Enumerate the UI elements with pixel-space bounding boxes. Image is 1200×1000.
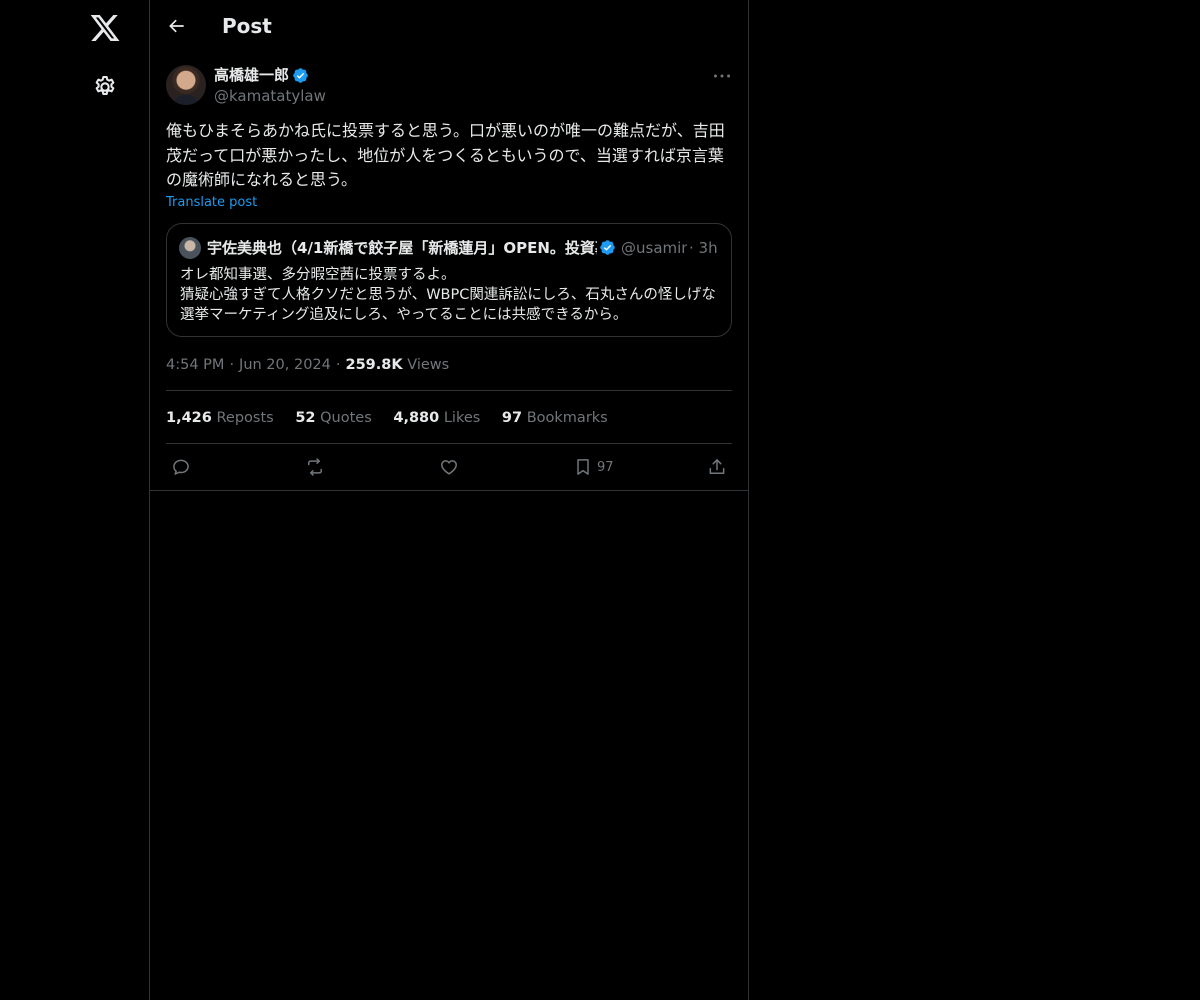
bookmark-count: 97 <box>597 459 614 475</box>
more-options-button[interactable] <box>711 67 733 85</box>
action-bar: 97 <box>166 455 732 479</box>
quotes-label: Quotes <box>320 410 372 426</box>
verified-badge-icon <box>293 68 308 83</box>
arrow-left-icon <box>169 19 184 33</box>
quote-timestamp: · 3h <box>689 239 718 257</box>
share-icon <box>709 459 725 474</box>
avatar[interactable] <box>166 65 206 105</box>
main-column: Post 高橋雄一郎 @kamatatylaw 俺もひまそらあかね氏に投票すると… <box>149 0 749 1000</box>
views-count: 259.8K <box>345 357 403 373</box>
page-title: Post <box>222 14 272 38</box>
repost-icon <box>308 458 322 476</box>
quotes-count: 52 <box>295 410 316 426</box>
bookmarks-stat[interactable]: 97 Bookmarks <box>502 408 608 428</box>
quote-author-handle: @usamin <box>621 239 687 257</box>
share-button[interactable] <box>707 455 727 479</box>
likes-label: Likes <box>443 410 481 426</box>
quote-avatar <box>179 237 201 259</box>
divider <box>150 490 749 491</box>
verified-badge-icon <box>600 240 615 255</box>
likes-count: 4,880 <box>393 410 440 426</box>
bookmarks-count: 97 <box>501 410 523 426</box>
translate-post-link[interactable]: Translate post <box>166 195 257 211</box>
likes-stat[interactable]: 4,880 Likes <box>393 408 480 428</box>
engagement-stats: 1,426 Reposts 52 Quotes 4,880 Likes 97 B… <box>166 408 625 428</box>
bookmarks-label: Bookmarks <box>526 410 608 426</box>
gear-icon[interactable] <box>92 74 118 100</box>
back-button[interactable] <box>164 13 190 39</box>
reply-icon <box>173 459 189 475</box>
divider <box>166 443 732 444</box>
author-handle[interactable]: @kamatatylaw <box>214 86 326 106</box>
reposts-stat[interactable]: 1,426 Reposts <box>166 408 274 428</box>
more-dots-icon <box>713 74 731 78</box>
bookmark-button[interactable]: 97 <box>573 455 614 479</box>
quote-text: オレ都知事選、多分暇空茜に投票するよ。 猜疑心強すぎて人格クソだと思うが、WBP… <box>180 267 716 323</box>
repost-button[interactable] <box>305 455 325 479</box>
divider <box>166 390 732 391</box>
heart-icon <box>441 460 457 475</box>
like-button[interactable] <box>439 455 459 479</box>
quoted-post[interactable]: 宇佐美典也（4/1新橋で餃子屋「新橋蓮月」OPEN。投資募 @usamin · … <box>166 223 732 337</box>
x-logo-icon[interactable] <box>89 12 121 44</box>
post-text: 俺もひまそらあかね氏に投票すると思う。口が悪いのが唯一の難点だが、吉田茂だって口… <box>166 121 725 189</box>
left-navigation <box>0 0 150 1000</box>
page-header: Post <box>150 0 749 53</box>
reposts-label: Reposts <box>216 410 274 426</box>
author-name[interactable]: 高橋雄一郎 <box>214 65 289 85</box>
post-date[interactable]: Jun 20, 2024 <box>239 357 331 373</box>
quotes-stat[interactable]: 52 Quotes <box>295 408 371 428</box>
post-time[interactable]: 4:54 PM <box>166 357 224 373</box>
app-root: Post 高橋雄一郎 @kamatatylaw 俺もひまそらあかね氏に投票すると… <box>0 0 1200 1000</box>
reply-button[interactable] <box>171 455 191 479</box>
reposts-count: 1,426 <box>166 410 212 426</box>
post-meta: 4:54 PM · Jun 20, 2024 · 259.8K Views <box>166 357 450 373</box>
quote-author-name: 宇佐美典也（4/1新橋で餃子屋「新橋蓮月」OPEN。投資募 <box>207 239 597 257</box>
bookmark-icon <box>577 459 589 475</box>
views-label: Views <box>407 357 450 373</box>
